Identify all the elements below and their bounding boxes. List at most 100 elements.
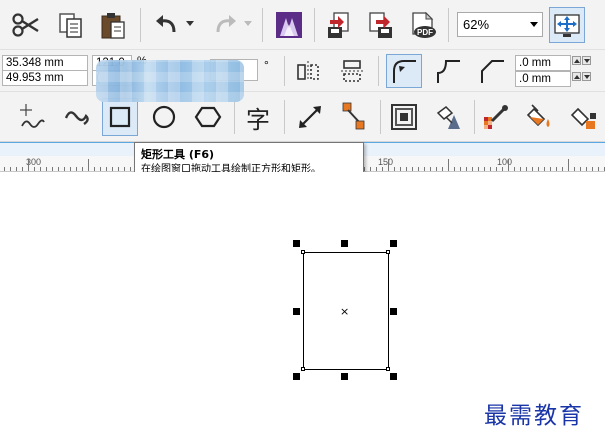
paste-icon[interactable] [96, 8, 130, 42]
ruler-tick [556, 167, 557, 171]
separator [474, 100, 475, 134]
selection-handle-top[interactable] [341, 240, 348, 247]
spin-up-icon[interactable] [572, 56, 581, 65]
mirror-vertical-icon[interactable] [336, 56, 368, 86]
dimension-tool-icon[interactable] [292, 100, 328, 134]
selection-handle-bottom-right[interactable] [390, 373, 397, 380]
ruler-tick [412, 167, 413, 171]
selection-handle-top-left[interactable] [293, 240, 300, 247]
transparency-tool-icon[interactable] [430, 100, 466, 134]
publish-pdf-icon[interactable]: PDF [406, 8, 440, 42]
ruler-tick [430, 167, 431, 171]
scalloped-corner-icon[interactable] [430, 54, 466, 88]
y-position-field[interactable]: 49.953 mm [2, 70, 88, 86]
separator [234, 100, 235, 134]
svg-text:PDF: PDF [417, 28, 433, 37]
redo-icon[interactable] [208, 8, 242, 42]
fill-tool-icon[interactable] [522, 100, 558, 134]
corner-node[interactable] [386, 250, 390, 254]
ruler-tick [568, 159, 569, 171]
ruler-tick [58, 167, 59, 171]
corner-node[interactable] [301, 367, 305, 371]
ruler-tick [94, 167, 95, 171]
ruler-tick [376, 167, 377, 171]
spin-down-icon[interactable] [582, 56, 591, 65]
ruler-tick [454, 167, 455, 171]
ruler-tick [424, 167, 425, 171]
ruler-tick [34, 167, 35, 171]
ellipse-tool-icon[interactable] [146, 100, 182, 134]
eyedropper-tool-icon[interactable] [478, 100, 514, 134]
x-position-field[interactable]: 35.348 mm [2, 55, 88, 71]
ruler-tick [460, 167, 461, 171]
pick-tool-icon[interactable] [14, 100, 48, 134]
ruler-tick [4, 167, 5, 171]
corner-node[interactable] [386, 367, 390, 371]
undo-icon[interactable] [150, 8, 184, 42]
spin-up-icon[interactable] [572, 72, 581, 81]
blurred-region [96, 60, 244, 102]
selection-handle-top-right[interactable] [390, 240, 397, 247]
selection-handle-bottom-left[interactable] [293, 373, 300, 380]
ruler-tick [46, 167, 47, 171]
scissors-icon[interactable] [8, 8, 42, 42]
ruler-tick [598, 167, 599, 171]
round-corner-icon[interactable] [386, 54, 422, 88]
contour-tool-icon[interactable] [386, 100, 422, 134]
zoom-level-select[interactable]: 62% [457, 12, 543, 37]
ruler-tick [472, 167, 473, 171]
ruler-tick [370, 167, 371, 171]
text-tool-icon[interactable]: 字 [240, 100, 276, 134]
import-icon[interactable] [322, 8, 356, 42]
ruler-tick [448, 159, 449, 171]
separator [448, 8, 449, 42]
ruler-tick [436, 167, 437, 171]
smart-fill-tool-icon[interactable] [566, 100, 602, 134]
export-icon[interactable] [364, 8, 398, 42]
ruler-tick [508, 159, 509, 171]
center-marker-icon[interactable]: × [340, 306, 349, 317]
ruler-tick [532, 167, 533, 171]
corner-node[interactable] [301, 250, 305, 254]
corner-radius-bottom-field[interactable]: .0 mm [515, 71, 571, 87]
selection-handle-right[interactable] [390, 308, 397, 315]
spin-down-icon[interactable] [582, 72, 591, 81]
ruler-tick [82, 167, 83, 171]
connector-tool-icon[interactable] [336, 98, 372, 134]
selection-handle-bottom[interactable] [341, 373, 348, 380]
tooltip-title: 矩形工具 (F6) [141, 148, 215, 161]
ruler-tick [562, 167, 563, 171]
ruler-tick [514, 167, 515, 171]
full-screen-icon[interactable] [549, 7, 585, 43]
ruler-tick [550, 167, 551, 171]
separator [140, 8, 141, 42]
ruler-tick [40, 167, 41, 171]
launcher-icon[interactable] [272, 8, 306, 42]
separator [284, 56, 285, 86]
ruler-tick [466, 167, 467, 171]
redo-dropdown-icon[interactable] [244, 18, 252, 30]
ruler-tick [544, 167, 545, 171]
ruler-tick [16, 167, 17, 171]
rectangle-tool-icon[interactable] [102, 98, 138, 136]
undo-dropdown-icon[interactable] [186, 18, 194, 30]
freehand-tool-icon[interactable] [60, 100, 94, 134]
watermark: 最需教育 [484, 403, 584, 429]
polygon-tool-icon[interactable] [190, 100, 226, 134]
ruler-label: 100 [497, 157, 513, 167]
ruler-tick [112, 167, 113, 171]
ruler-tick [124, 167, 125, 171]
copy-icon[interactable] [54, 8, 88, 42]
separator [380, 100, 381, 134]
chamfered-corner-icon[interactable] [474, 54, 510, 88]
mirror-horizontal-icon[interactable] [292, 56, 324, 86]
ruler-tick [400, 167, 401, 171]
chevron-down-icon[interactable] [530, 22, 538, 27]
ruler-tick [526, 167, 527, 171]
separator [284, 100, 285, 134]
ruler-tick [502, 167, 503, 171]
corner-radius-top-field[interactable]: .0 mm [515, 55, 571, 71]
selection-handle-left[interactable] [293, 308, 300, 315]
ruler-tick [520, 167, 521, 171]
ruler-tick [364, 167, 365, 171]
